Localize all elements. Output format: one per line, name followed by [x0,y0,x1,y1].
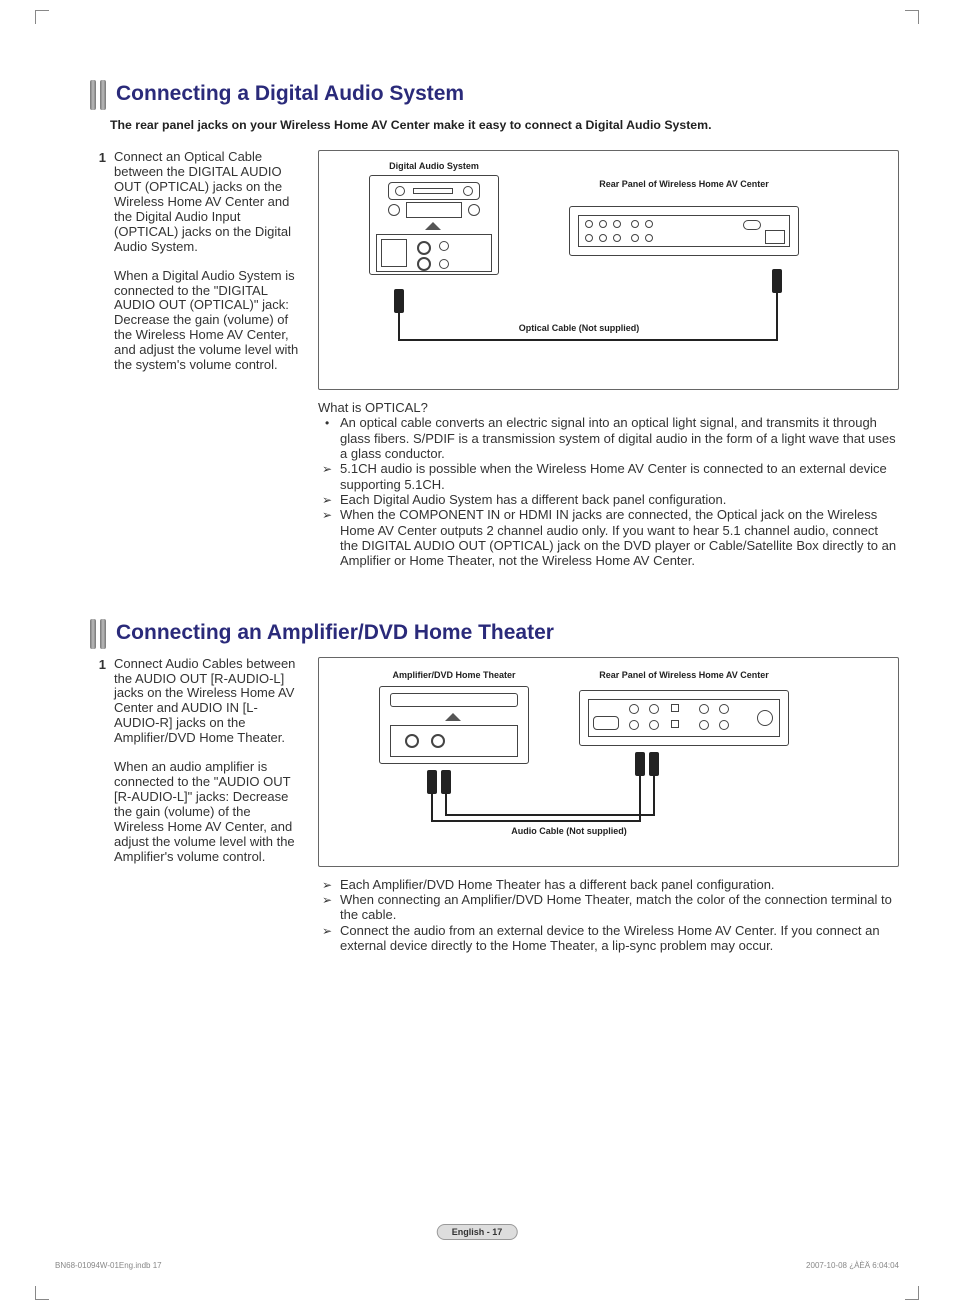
optical-heading: What is OPTICAL? [318,400,899,415]
section-title: Connecting a Digital Audio System [116,80,899,110]
optical-plug-icon [772,269,782,293]
explain-block: Each Amplifier/DVD Home Theater has a di… [318,877,899,954]
diagram-label: Rear Panel of Wireless Home AV Center [569,179,799,189]
rca-plug-icon [649,752,659,776]
diagram-amplifier: Amplifier/DVD Home Theater Rear Panel of… [318,657,899,867]
arrow-icon [322,492,340,507]
arrow-icon [322,507,340,568]
title-bar-icon [100,80,106,110]
section-subtitle: The rear panel jacks on your Wireless Ho… [90,118,899,132]
explain-block: What is OPTICAL? An optical cable conver… [318,400,899,569]
footer-left: BN68-01094W-01Eng.indb 17 [55,1261,162,1270]
title-bar-icon [100,619,106,649]
diagram-digital-audio: Digital Audio System Rear Panel of Wirel… [318,150,899,390]
page-number-badge: English - 17 [437,1224,518,1240]
footer-right: 2007-10-08 ¿ÀÈÄ 6:04:04 [806,1261,899,1270]
title-bar-icon [90,619,96,649]
arrow-icon [322,877,340,892]
step-text: Connect Audio Cables between the AUDIO O… [114,657,300,954]
rca-plug-icon [635,752,645,776]
step-number: 1 [90,657,114,954]
arrow-icon [322,923,340,954]
bullet-icon [322,415,340,461]
title-bar-icon [90,80,96,110]
section-digital-audio: Connecting a Digital Audio System The re… [90,80,899,569]
diagram-label: Digital Audio System [374,161,494,171]
section-title: Connecting an Amplifier/DVD Home Theater [116,619,899,649]
diagram-label: Amplifier/DVD Home Theater [369,670,539,680]
rca-plug-icon [427,770,437,794]
step-number: 1 [90,150,114,569]
rca-plug-icon [441,770,451,794]
optical-plug-icon [394,289,404,313]
arrow-icon [322,892,340,923]
section-amplifier: Connecting an Amplifier/DVD Home Theater… [90,619,899,954]
step-text: Connect an Optical Cable between the DIG… [114,150,300,569]
diagram-cable-label: Optical Cable (Not supplied) [489,323,669,333]
diagram-cable-label: Audio Cable (Not supplied) [489,826,649,836]
diagram-label: Rear Panel of Wireless Home AV Center [569,670,799,680]
arrow-icon [322,461,340,492]
